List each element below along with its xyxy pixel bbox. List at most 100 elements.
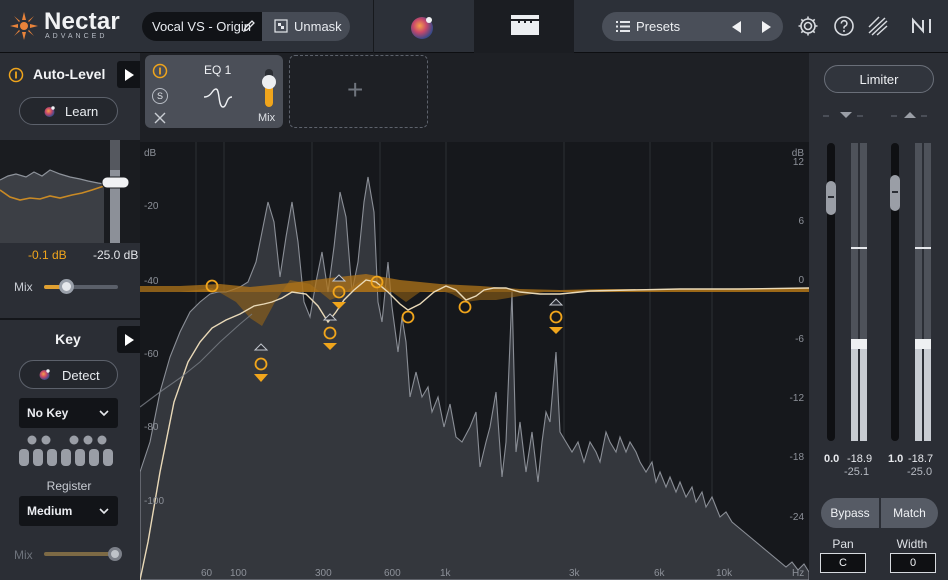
- db-axis-label: -40: [144, 276, 159, 287]
- nectar-window: Nectar ADVANCED Vocal VS - Origin Unmask: [0, 0, 948, 580]
- freq-axis-label: 60: [201, 568, 213, 579]
- limiter-button[interactable]: Limiter: [824, 65, 934, 93]
- header-divider: [373, 0, 374, 53]
- register-dropdown-value: Medium: [27, 504, 73, 518]
- bypass-match-group: Bypass Match: [821, 498, 938, 528]
- match-button[interactable]: Match: [881, 498, 938, 528]
- freq-axis-label: Hz: [792, 568, 804, 579]
- module-mix-knob[interactable]: [262, 75, 276, 89]
- db-axis-label: -20: [144, 201, 159, 212]
- signal-routing-icon[interactable]: [866, 14, 890, 38]
- learn-label: Learn: [65, 104, 99, 119]
- db-axis-label: dB: [144, 148, 157, 159]
- eq-module-card[interactable]: S EQ 1 Mix: [145, 55, 283, 128]
- right-panel: Limiter 0.0 -18.9 -25.1 1.0 -18.7 -25.0 …: [809, 53, 948, 580]
- input-gain-arrow-icon[interactable]: [840, 112, 852, 118]
- gain-axis-label: 6: [798, 216, 804, 227]
- unmask-button[interactable]: Unmask: [262, 12, 350, 41]
- auto-level-input-readout: -0.1 dB: [28, 248, 67, 262]
- header-bar: Nectar ADVANCED Vocal VS - Origin Unmask: [0, 0, 948, 53]
- key-title: Key: [55, 331, 81, 347]
- piano-keys-icon: [19, 435, 113, 466]
- assistant-orb-icon: [44, 106, 55, 117]
- freq-axis-label: 3k: [569, 568, 581, 579]
- close-icon[interactable]: [153, 111, 167, 125]
- width-field[interactable]: 0: [890, 553, 936, 573]
- freq-axis-label: 10k: [716, 568, 733, 579]
- key-mix-knob[interactable]: [108, 547, 122, 561]
- key-mix-slider[interactable]: [44, 552, 118, 556]
- learn-button[interactable]: Learn: [19, 97, 118, 125]
- logo-subtitle: ADVANCED: [45, 33, 108, 40]
- assistant-orb-icon: [39, 369, 50, 380]
- gain-axis-label: -24: [790, 512, 805, 523]
- gain-axis-label: 12: [793, 157, 805, 168]
- key-mix-label: Mix: [14, 548, 33, 562]
- module-power-icon[interactable]: [152, 63, 168, 79]
- register-label: Register: [46, 479, 92, 493]
- output-gain-arrow-icon[interactable]: [904, 112, 916, 118]
- auto-level-output-readout: -25.0 dB: [93, 248, 139, 262]
- auto-level-graph: [0, 140, 140, 243]
- presets-button[interactable]: Presets: [636, 19, 680, 34]
- previous-preset-icon[interactable]: [728, 18, 746, 36]
- freq-axis-label: 100: [230, 568, 247, 579]
- assistant-orb-icon[interactable]: [406, 12, 438, 42]
- freq-axis-label: 600: [384, 568, 401, 579]
- plus-icon: +: [347, 74, 364, 105]
- level-meters: [823, 112, 931, 441]
- left-panel: Auto-Level Learn -0.1 dB -25.0 dB Mix Ke…: [0, 53, 140, 580]
- nectar-logo: Nectar ADVANCED: [8, 8, 132, 44]
- unmask-label: Unmask: [294, 19, 342, 34]
- register-dropdown[interactable]: Medium: [19, 496, 118, 526]
- nectar-logo-icon: [10, 12, 38, 40]
- list-icon: [616, 21, 630, 32]
- output-peak-readout: 1.0: [888, 453, 904, 465]
- input-lufs-readout: -25.1: [844, 466, 870, 478]
- input-peak-readout: 0.0: [824, 453, 840, 465]
- key-dropdown-value: No Key: [27, 406, 69, 420]
- modules-view-tab[interactable]: [474, 0, 574, 53]
- input-rms-readout: -18.9: [847, 453, 873, 465]
- pencil-icon[interactable]: [242, 19, 256, 33]
- chevron-down-icon: [99, 410, 109, 417]
- module-view-icon: [511, 15, 539, 35]
- pan-field[interactable]: C: [820, 553, 866, 573]
- panel-divider: [0, 318, 140, 320]
- key-dropdown[interactable]: No Key: [19, 398, 118, 428]
- freq-axis-label: 1k: [440, 568, 452, 579]
- chevron-down-icon: [99, 508, 109, 515]
- eq-curve-icon: [203, 88, 233, 108]
- freq-axis-label: 6k: [654, 568, 666, 579]
- auto-level-power-icon[interactable]: [8, 67, 24, 83]
- gain-axis-label: -6: [795, 334, 804, 345]
- eq-spectrum-display[interactable]: dB -20 -40 -60 -80 -100 dB 12 6 0 -6 -12…: [140, 142, 809, 580]
- add-module-slot[interactable]: +: [289, 55, 428, 128]
- detect-label: Detect: [62, 368, 100, 383]
- output-lufs-readout: -25.0: [907, 466, 933, 478]
- width-label: Width: [896, 537, 928, 551]
- detect-button[interactable]: Detect: [19, 360, 118, 389]
- output-rms-readout: -18.7: [908, 453, 934, 465]
- settings-gear-icon[interactable]: [796, 14, 820, 38]
- auto-level-mix-label: Mix: [14, 280, 33, 294]
- key-expand-button[interactable]: [117, 326, 140, 353]
- auto-level-mix-knob[interactable]: [59, 279, 75, 294]
- module-mix-label: Mix: [258, 112, 276, 124]
- bypass-button[interactable]: Bypass: [821, 498, 879, 528]
- db-axis-label: -100: [144, 496, 164, 507]
- db-axis-label: -60: [144, 349, 159, 360]
- next-preset-icon[interactable]: [757, 18, 775, 36]
- auto-level-expand-button[interactable]: [117, 61, 140, 88]
- logo-title: Nectar: [44, 8, 120, 35]
- eq-center-panel: S EQ 1 Mix + dB -20 -40 -60 -80 -100 dB …: [140, 53, 809, 580]
- help-icon[interactable]: [832, 14, 856, 38]
- unmask-icon: [274, 19, 288, 33]
- auto-level-history-graph: [0, 140, 130, 243]
- module-solo-button[interactable]: S: [152, 88, 168, 104]
- module-title: EQ 1: [204, 63, 232, 77]
- auto-level-title: Auto-Level: [33, 66, 106, 82]
- gain-axis-label: -12: [790, 393, 805, 404]
- native-instruments-logo-icon[interactable]: [910, 14, 938, 38]
- gain-axis-label: 0: [798, 275, 804, 286]
